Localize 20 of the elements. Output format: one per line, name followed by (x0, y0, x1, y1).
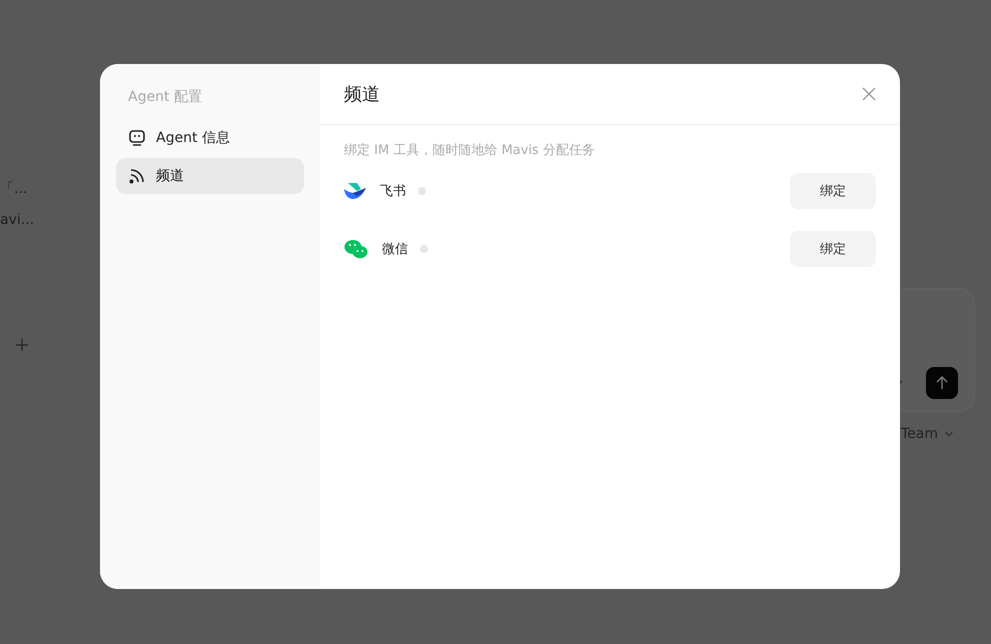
nav-label: 频道 (156, 167, 184, 185)
close-icon[interactable] (862, 87, 876, 101)
nav-item[interactable]: Agent 信息 (116, 120, 304, 156)
send-button[interactable] (926, 367, 958, 399)
chat-bubbles-icon (344, 239, 368, 259)
plus-icon[interactable] (14, 337, 30, 353)
nav-item[interactable]: 频道 (116, 158, 304, 194)
channel-name: 飞书 (380, 183, 406, 200)
channel-name: 微信 (382, 241, 408, 258)
arrow-up-icon (935, 376, 949, 390)
chevron-down-icon[interactable] (944, 429, 954, 439)
description-text: 绑定 IM 工具，随时随地给 Mavis 分配任务 (344, 142, 596, 159)
sidebar-title: Agent 配置 (128, 88, 203, 106)
bind-button[interactable]: 绑定 (790, 173, 876, 209)
bind-button[interactable]: 绑定 (790, 231, 876, 267)
feed-icon (128, 167, 146, 185)
bird-logo-icon (344, 182, 366, 200)
dialog-title: 频道 (344, 83, 380, 106)
nav-label: Agent 信息 (156, 129, 230, 147)
robot-icon (128, 129, 146, 147)
